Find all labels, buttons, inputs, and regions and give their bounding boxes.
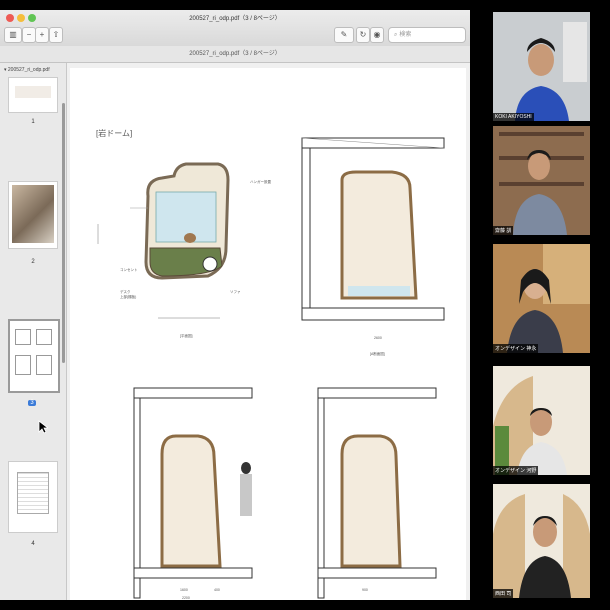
label-desk: デスク 上部(棚板) xyxy=(120,290,137,299)
label-hanger: ハンガー設置 xyxy=(250,180,271,184)
pdf-viewer-window: 200527_ri_odp.pdf（3 / 8ページ） ▥ − + ⇧ ✎ ↻ … xyxy=(0,10,470,600)
label-dim-a: 2600 xyxy=(374,336,382,340)
participant-name-5: 西田 司 xyxy=(493,589,514,598)
participant-tile-2[interactable]: 齋藤 訓 xyxy=(493,126,590,235)
markup-pen-button[interactable]: ✎ xyxy=(334,27,354,43)
zoom-out-button[interactable]: − xyxy=(22,27,36,43)
plan-drawing xyxy=(130,162,230,280)
thumbnail-page-4[interactable] xyxy=(8,461,58,533)
thumbnail-page-2[interactable] xyxy=(8,181,58,249)
document-page: [岩ドーム] ハンガー設置 コンセント デスク 上部(棚板) ソファ [平面図]… xyxy=(70,68,466,600)
participant-video-5 xyxy=(493,484,590,598)
window-title: 200527_ri_odp.pdf（3 / 8ページ） xyxy=(189,16,281,22)
label-section-a: [A断面図] xyxy=(370,352,385,356)
label-sofa: ソファ xyxy=(230,290,241,294)
rotate-button[interactable]: ↻ xyxy=(356,27,370,43)
zoom-out-icon: − xyxy=(26,30,32,39)
label-plan: [平面図] xyxy=(180,334,193,338)
label-dim-e: 2200 xyxy=(182,596,190,600)
section-c-drawing xyxy=(317,387,437,599)
search-placeholder: 検索 xyxy=(399,32,412,38)
label-dim-b: 1600 xyxy=(180,588,188,592)
section-a-drawing xyxy=(301,137,445,321)
zoom-in-icon: + xyxy=(39,30,45,39)
rotate-icon: ↻ xyxy=(359,30,367,39)
participant-name-4: オンデザイン 河野 xyxy=(493,466,539,475)
participant-video-3 xyxy=(493,244,590,353)
label-dim-d: 400 xyxy=(214,588,220,592)
search-input[interactable]: ⌕ 検索 xyxy=(388,27,466,43)
participant-video-2 xyxy=(493,126,590,235)
thumbnail-page-1[interactable] xyxy=(8,77,58,113)
participant-name-3: オンデザイン 神永 xyxy=(493,344,539,353)
thumbnail-page-3[interactable] xyxy=(8,319,60,393)
zoom-in-button[interactable]: + xyxy=(35,27,49,43)
share-button[interactable]: ⇧ xyxy=(49,27,63,43)
page-number-3: 3 xyxy=(28,400,36,406)
participant-video-4 xyxy=(493,366,590,475)
document-title-bar: 200527_ri_odp.pdf（3 / 8ページ） xyxy=(0,46,470,63)
participant-name-2: 齋藤 訓 xyxy=(493,226,514,235)
pen-icon: ✎ xyxy=(340,30,348,39)
mouse-cursor xyxy=(38,420,50,439)
sidebar-scrollbar[interactable] xyxy=(62,103,65,363)
participant-tile-4[interactable]: オンデザイン 河野 xyxy=(493,366,590,475)
participant-tile-1[interactable]: KOKI AKIYOSHI xyxy=(493,12,590,121)
sidebar-toggle-button[interactable]: ▥ xyxy=(4,27,22,43)
section-b-drawing xyxy=(133,387,253,599)
page-number-2: 2 xyxy=(31,259,35,265)
participant-name-1: KOKI AKIYOSHI xyxy=(493,113,534,121)
video-call-participant-strip: KOKI AKIYOSHI 齋藤 訓 オンデザイン 神永 オンデザイン 河野 西… xyxy=(493,10,590,600)
architectural-drawings xyxy=(97,137,445,599)
participant-tile-5[interactable]: 西田 司 xyxy=(493,484,590,598)
label-dim-c: 900 xyxy=(362,588,368,592)
annotate-button[interactable]: ◉ xyxy=(370,27,384,43)
title-bar: 200527_ri_odp.pdf（3 / 8ページ） ▥ − + ⇧ ✎ ↻ … xyxy=(0,10,470,47)
label-outlet: コンセント xyxy=(120,268,138,272)
sidebar-file-label: ▾ 200527_ri_odp.pdf xyxy=(4,67,50,73)
participant-video-1 xyxy=(493,12,590,121)
share-icon: ⇧ xyxy=(52,30,60,39)
page-number-4: 4 xyxy=(31,541,35,547)
sidebar-icon: ▥ xyxy=(9,30,17,39)
thumbnail-sidebar: ▾ 200527_ri_odp.pdf 1 2 3 4 xyxy=(0,63,67,600)
search-icon: ⌕ xyxy=(394,32,398,38)
participant-tile-3-active-speaker[interactable]: オンデザイン 神永 xyxy=(493,244,590,353)
page-number-1: 1 xyxy=(31,119,35,125)
markup-icon: ◉ xyxy=(373,30,381,39)
